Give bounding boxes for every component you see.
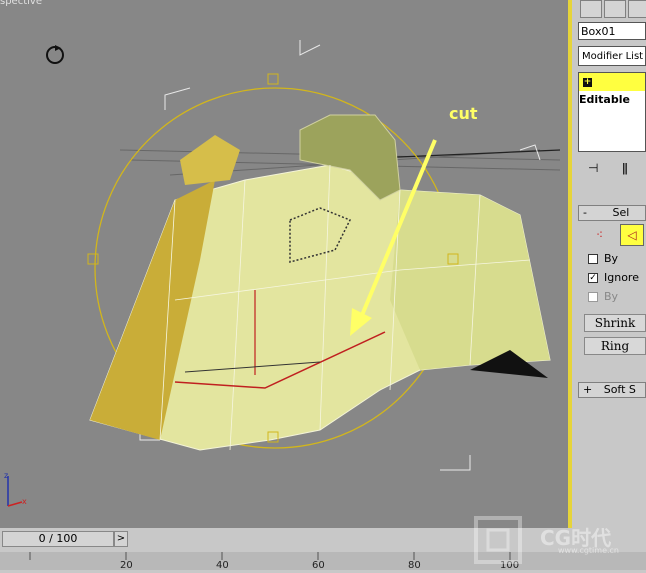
selection-rollout-label: Sel [612,206,630,219]
cut-annotation: cut [449,104,478,123]
ruler-tick: 60 [312,560,325,571]
stack-toolbar: ⊣ ǁ [578,158,646,180]
modifier-stack[interactable]: + Editable [578,72,646,152]
ignore-backfacing-label: Ignore [604,271,639,284]
pin-icon[interactable]: ⊣ [588,161,598,175]
expand-icon[interactable]: + [583,77,592,87]
by-vertex-label: By [604,252,619,265]
by-vertex-checkbox[interactable] [588,254,598,264]
soft-selection-label: Soft S [603,383,636,396]
by-angle-label: By [604,290,619,303]
ignore-backfacing-checkbox[interactable]: ✓ [588,273,598,283]
svg-text:z: z [4,471,8,480]
next-frame-button[interactable]: > [114,531,128,547]
edge-icon[interactable]: ◁ [620,224,644,246]
soft-selection-rollout[interactable]: + Soft S [578,382,646,398]
fork-icon[interactable]: ǁ [622,161,628,175]
orbit-icon[interactable] [44,44,66,66]
ruler-tick: 80 [408,560,421,571]
vertex-icon[interactable]: ⁖ [596,228,603,242]
curve-icon[interactable] [604,0,626,18]
ruler-tick: 20 [120,560,133,571]
stack-item-editable[interactable]: + Editable [579,73,645,106]
svg-text:x: x [22,497,27,506]
object-name-field[interactable]: Box01 [578,22,646,40]
stack-item-label: Editable [579,93,630,106]
by-angle-checkbox[interactable] [588,292,598,302]
ring-button[interactable]: Ring [584,337,646,355]
time-slider[interactable]: 0 / 100 [2,531,114,547]
viewport-label: spective [0,0,42,7]
axis-gizmo-icon: z x [4,471,27,507]
watermark-url: www.cgtime.cn [558,546,619,555]
selection-rollout[interactable]: - Sel [578,205,646,221]
viewport-scene [87,40,561,471]
select-icon[interactable] [580,0,602,18]
shrink-button[interactable]: Shrink [584,314,646,332]
display-icon[interactable] [628,0,646,18]
modifier-list-dropdown[interactable]: Modifier List [578,46,646,66]
ruler-tick: 40 [216,560,229,571]
perspective-viewport[interactable]: spective cut z x [0,0,570,528]
